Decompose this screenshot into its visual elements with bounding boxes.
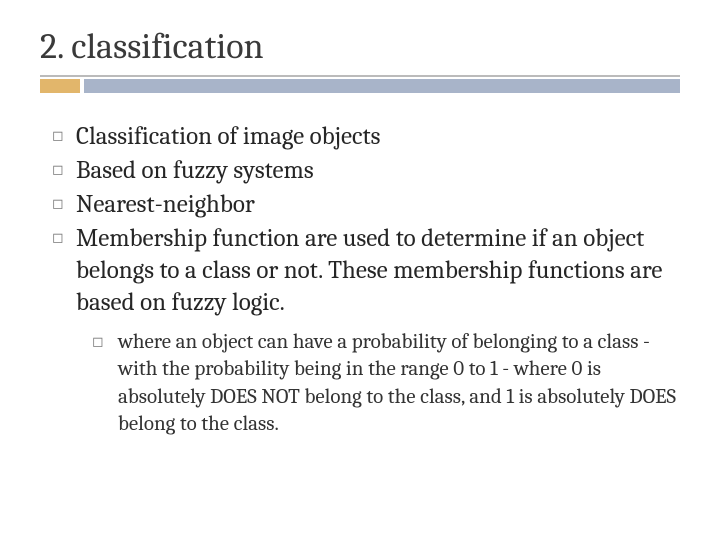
title-accent <box>40 79 680 93</box>
list-item: ◻ Based on fuzzy systems <box>48 155 680 187</box>
bullet-text: Nearest-neighbor <box>76 189 255 221</box>
list-item: ◻ Membership function are used to determ… <box>48 223 680 319</box>
list-item: ◻ Classification of image objects <box>48 121 680 153</box>
bullet-text: Based on fuzzy systems <box>76 155 314 187</box>
accent-small <box>40 79 80 93</box>
subbullet-icon: ◻ <box>92 329 118 355</box>
bullet-text: Classification of image objects <box>76 121 380 153</box>
accent-long <box>84 79 680 93</box>
bullet-text: Membership function are used to determin… <box>76 223 680 319</box>
bullet-icon: ◻ <box>48 189 76 219</box>
bullet-icon: ◻ <box>48 223 76 253</box>
subbullet-text: where an object can have a probability o… <box>118 329 680 438</box>
list-item: ◻ Nearest-neighbor <box>48 189 680 221</box>
slide-title: 2. classification <box>40 20 680 77</box>
sub-list-item: ◻ where an object can have a probability… <box>48 329 680 438</box>
content-area: ◻ Classification of image objects ◻ Base… <box>40 121 680 438</box>
slide: 2. classification ◻ Classification of im… <box>0 0 720 540</box>
bullet-icon: ◻ <box>48 155 76 185</box>
bullet-icon: ◻ <box>48 121 76 151</box>
